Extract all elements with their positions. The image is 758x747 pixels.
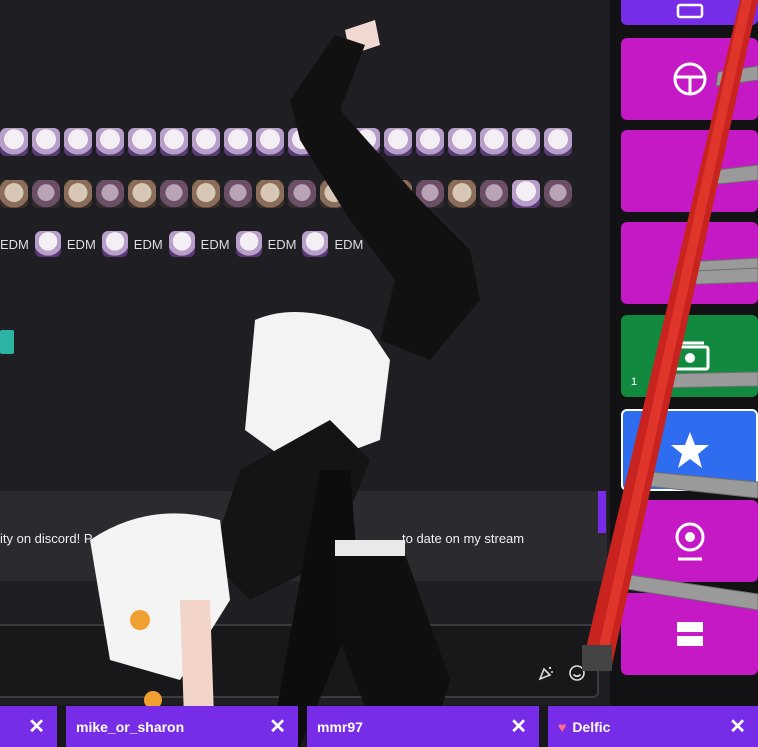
edm-text: EDM xyxy=(66,236,96,252)
sidebar-tile-star[interactable] xyxy=(621,409,758,491)
edm-text: EDM xyxy=(334,236,364,252)
close-icon[interactable]: ✕ xyxy=(510,714,527,739)
emote xyxy=(544,180,572,208)
edm-text: EDM xyxy=(0,236,29,252)
sidebar-tile-cash[interactable] xyxy=(621,315,758,397)
emote xyxy=(96,128,124,156)
chip-label: mike_or_sharon xyxy=(76,718,185,735)
edm-text: EDM xyxy=(200,236,230,252)
chat-pane xyxy=(0,0,610,705)
pinned-scroll-accent xyxy=(598,491,606,533)
emote-row-1 xyxy=(0,126,572,158)
emote xyxy=(256,180,284,208)
emote xyxy=(288,180,316,208)
emote xyxy=(0,180,28,208)
emote xyxy=(416,128,444,156)
emote xyxy=(128,128,156,156)
emote xyxy=(224,128,252,156)
emote xyxy=(320,180,348,208)
emote xyxy=(32,180,60,208)
emote xyxy=(480,180,508,208)
cash-icon xyxy=(668,339,712,373)
emote xyxy=(168,231,195,257)
emote xyxy=(192,180,220,208)
sidebar-tile-steering[interactable] xyxy=(621,38,758,120)
emote xyxy=(160,180,188,208)
pinned-message-text: ity on discord! P xyxy=(0,531,93,546)
chip[interactable]: ✕ xyxy=(0,706,57,747)
emote xyxy=(192,128,220,156)
emote xyxy=(101,231,128,257)
emote xyxy=(302,231,329,257)
emote-row-2 xyxy=(0,178,572,210)
emoji-icon[interactable] xyxy=(567,664,587,684)
emote xyxy=(34,231,61,257)
close-icon[interactable]: ✕ xyxy=(269,714,286,739)
edm-text: EDM xyxy=(133,236,163,252)
chip[interactable]: mike_or_sharon ✕ xyxy=(66,706,298,747)
edm-text: EDM xyxy=(267,236,297,252)
steering-icon xyxy=(670,59,710,99)
chip[interactable]: ♥ Delfic ✕ xyxy=(548,706,758,747)
emote xyxy=(320,128,348,156)
emote xyxy=(235,231,262,257)
emote xyxy=(128,180,156,208)
emote xyxy=(0,128,28,156)
chip[interactable]: mmr97 ✕ xyxy=(307,706,539,747)
close-icon[interactable]: ✕ xyxy=(729,714,746,739)
emote xyxy=(448,128,476,156)
storage-icon xyxy=(670,614,710,654)
emote xyxy=(480,128,508,156)
emote xyxy=(352,180,380,208)
cash-tile-label: 1 xyxy=(631,376,638,388)
webcam-icon xyxy=(670,519,710,563)
emote xyxy=(384,180,412,208)
star-icon xyxy=(668,428,712,472)
sidebar-tile-card[interactable] xyxy=(621,0,758,25)
emote xyxy=(224,180,252,208)
emote xyxy=(288,128,316,156)
sidebar-tile-4[interactable] xyxy=(621,222,758,304)
sidebar-tile-webcam[interactable] xyxy=(621,500,758,582)
sidebar-tile-3[interactable] xyxy=(621,130,758,212)
chip-label: mmr97 xyxy=(317,718,363,735)
emote xyxy=(64,128,92,156)
partial-emote xyxy=(0,330,14,354)
emote xyxy=(32,128,60,156)
emote xyxy=(96,180,124,208)
card-icon xyxy=(675,0,705,19)
emote xyxy=(64,180,92,208)
chip-label: Delfic xyxy=(572,718,611,735)
pinned-message-text: to date on my stream xyxy=(402,531,525,546)
emote xyxy=(416,180,444,208)
emote xyxy=(160,128,188,156)
heart-icon: ♥ xyxy=(558,718,567,735)
sidebar-tile-storage[interactable] xyxy=(621,593,758,675)
emote xyxy=(448,180,476,208)
emote xyxy=(512,128,540,156)
close-icon[interactable]: ✕ xyxy=(28,714,45,739)
party-popper-icon[interactable] xyxy=(536,664,556,684)
emote xyxy=(384,128,412,156)
emote xyxy=(256,128,284,156)
emote xyxy=(352,128,380,156)
chat-input[interactable] xyxy=(0,624,599,698)
emote xyxy=(544,128,572,156)
emote xyxy=(512,180,540,208)
edm-emote-row: EDM EDM EDM EDM EDM EDM xyxy=(0,231,363,257)
